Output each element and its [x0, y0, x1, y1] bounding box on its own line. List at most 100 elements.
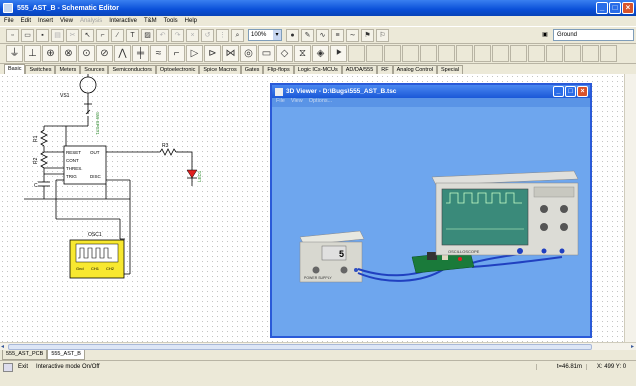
tab-basic[interactable]: Basic [4, 64, 26, 74]
transistor-icon[interactable]: ⊳ [204, 45, 221, 62]
lamp-icon[interactable]: ◎ [240, 45, 257, 62]
viewer-app-icon [275, 87, 283, 96]
menu-help[interactable]: Help [185, 18, 197, 24]
text-icon[interactable]: T [126, 28, 139, 42]
diode-icon[interactable]: ▷ [186, 45, 203, 62]
save-icon[interactable]: ▪ [36, 28, 49, 42]
close-button[interactable]: × [622, 2, 634, 14]
tab-rf[interactable]: RF [377, 65, 393, 74]
menu-tm[interactable]: T&M [144, 18, 157, 24]
zoom-select[interactable]: 100% ▾ [248, 29, 282, 41]
voltage-source-symbol[interactable] [79, 76, 97, 94]
switch-icon[interactable]: ⌐ [168, 45, 185, 62]
rotate-icon[interactable]: ↺ [201, 28, 214, 42]
tab-ad-da-555[interactable]: AD/DA/555 [341, 65, 378, 74]
viewer-maximize-button[interactable]: □ [565, 86, 576, 97]
3d-viewer-window[interactable]: 3D Viewer - D:\Bugs\555_AST_B.tsc _ □ × … [270, 83, 592, 338]
led-symbol[interactable] [186, 169, 198, 179]
status-bar: Exit Interactive mode On/Off t=46.81m X:… [0, 360, 636, 373]
grid-icon[interactable]: ⋮ [216, 28, 229, 42]
label-switch: SW-SPST1 [95, 112, 100, 135]
tab-spice-macros[interactable]: Spice Macros [199, 65, 241, 74]
tab-semiconductors[interactable]: Semiconductors [108, 65, 156, 74]
zoom-icon[interactable]: ⌕ [231, 28, 244, 42]
pen-icon[interactable]: ∕ [111, 28, 124, 42]
menu-interactive[interactable]: Interactive [109, 18, 137, 24]
viewer-menu-options[interactable]: Options... [309, 98, 333, 107]
sheet-tab-schematic[interactable]: 555_AST_B [47, 350, 85, 360]
resistor-r1-symbol[interactable] [40, 129, 48, 147]
delete-icon[interactable]: × [186, 28, 199, 42]
viewer-menu-file[interactable]: File [276, 98, 285, 107]
current-source-icon[interactable]: ⊗ [60, 45, 77, 62]
sheet-tab-pcb[interactable]: 555_AST_PCB [2, 350, 48, 360]
resistor-r2-symbol[interactable] [40, 151, 48, 169]
tab-special[interactable]: Special [437, 65, 464, 74]
ac-icon[interactable]: ∼ [346, 28, 359, 42]
3d-scene[interactable]: 5 POWER SUPPLY OSCILLOSCOPE [272, 107, 590, 336]
pulse-source-icon[interactable]: ⊘ [96, 45, 113, 62]
new-file-icon[interactable]: ▫ [6, 28, 19, 42]
tab-switches[interactable]: Switches [25, 65, 56, 74]
dc-icon[interactable]: ≡ [331, 28, 344, 42]
meter-icon[interactable]: ◇ [276, 45, 293, 62]
ground-icon[interactable]: ⏚ [6, 45, 23, 62]
pencil-icon[interactable]: ✎ [301, 28, 314, 42]
maximize-button[interactable]: □ [609, 2, 621, 14]
menu-tools[interactable]: Tools [164, 18, 178, 24]
tab-gates[interactable]: Gates [240, 65, 264, 74]
vertical-scrollbar[interactable] [624, 74, 636, 342]
resistor-r3-symbol[interactable] [159, 148, 177, 156]
relay-icon[interactable]: ⋈ [222, 45, 239, 62]
probe-icon[interactable]: ● [286, 28, 299, 42]
minimize-button[interactable]: _ [596, 2, 608, 14]
capacitor-icon[interactable]: ╪ [132, 45, 149, 62]
tab-meters[interactable]: Meters [55, 65, 81, 74]
voltage-source-icon[interactable]: ⊕ [42, 45, 59, 62]
viewer-minimize-button[interactable]: _ [553, 86, 564, 97]
inductor-icon[interactable]: ≈ [150, 45, 167, 62]
chevron-down-icon: ▾ [273, 30, 281, 40]
ac-source-icon[interactable]: ⊙ [78, 45, 95, 62]
speaker-icon[interactable]: ◈ [312, 45, 329, 62]
resistor-icon[interactable]: ⋀ [114, 45, 131, 62]
app-icon [3, 3, 13, 13]
tab-logic-ics[interactable]: Logic ICs-MCUs [293, 65, 342, 74]
scroll-right-icon[interactable]: ▸ [631, 343, 634, 350]
status-exit[interactable]: Exit [18, 364, 32, 370]
battery-icon[interactable]: ⊥ [24, 45, 41, 62]
menu-edit[interactable]: Edit [21, 18, 31, 24]
power-supply-model[interactable] [299, 230, 365, 283]
wire-icon[interactable]: ⌐ [96, 28, 109, 42]
tab-optoelectronic[interactable]: Optoelectronic [155, 65, 200, 74]
tab-sources[interactable]: Sources [80, 65, 109, 74]
undo-icon[interactable]: ↶ [156, 28, 169, 42]
menu-insert[interactable]: Insert [38, 18, 53, 24]
viewer-menu-view[interactable]: View [291, 98, 303, 107]
layer-select[interactable]: Ground [553, 29, 634, 41]
transformer-icon[interactable]: ⧖ [294, 45, 311, 62]
open-file-icon[interactable]: ▭ [21, 28, 34, 42]
tab-analog-control[interactable]: Analog Control [392, 65, 437, 74]
empty-slot [474, 45, 491, 62]
marker-icon[interactable]: ⚐ [376, 28, 389, 42]
horizontal-scrollbar[interactable]: ◂ ▸ [0, 342, 636, 350]
scroll-left-icon[interactable]: ◂ [1, 343, 4, 350]
symbol-icon[interactable]: ⚑ [361, 28, 374, 42]
transient-icon[interactable]: ∿ [316, 28, 329, 42]
viewer-close-button[interactable]: × [577, 86, 588, 97]
led-icon[interactable]: ⯈ [330, 45, 347, 62]
cut-icon[interactable]: ✂ [66, 28, 79, 42]
print-icon[interactable]: ▤ [51, 28, 64, 42]
menu-file[interactable]: File [4, 18, 14, 24]
interactive-mode-icon[interactable] [3, 362, 13, 372]
tab-flip-flops[interactable]: Flip-flops [263, 65, 294, 74]
fuse-icon[interactable]: ▭ [258, 45, 275, 62]
image-icon[interactable]: ▨ [141, 28, 154, 42]
menu-view[interactable]: View [60, 18, 73, 24]
redo-icon[interactable]: ↷ [171, 28, 184, 42]
viewer-title-bar[interactable]: 3D Viewer - D:\Bugs\555_AST_B.tsc _ □ × [272, 85, 590, 98]
pointer-icon[interactable]: ↖ [81, 28, 94, 42]
oscilloscope-model[interactable] [431, 170, 579, 256]
title-bar[interactable]: 555_AST_B - Schematic Editor _ □ × [0, 0, 636, 16]
